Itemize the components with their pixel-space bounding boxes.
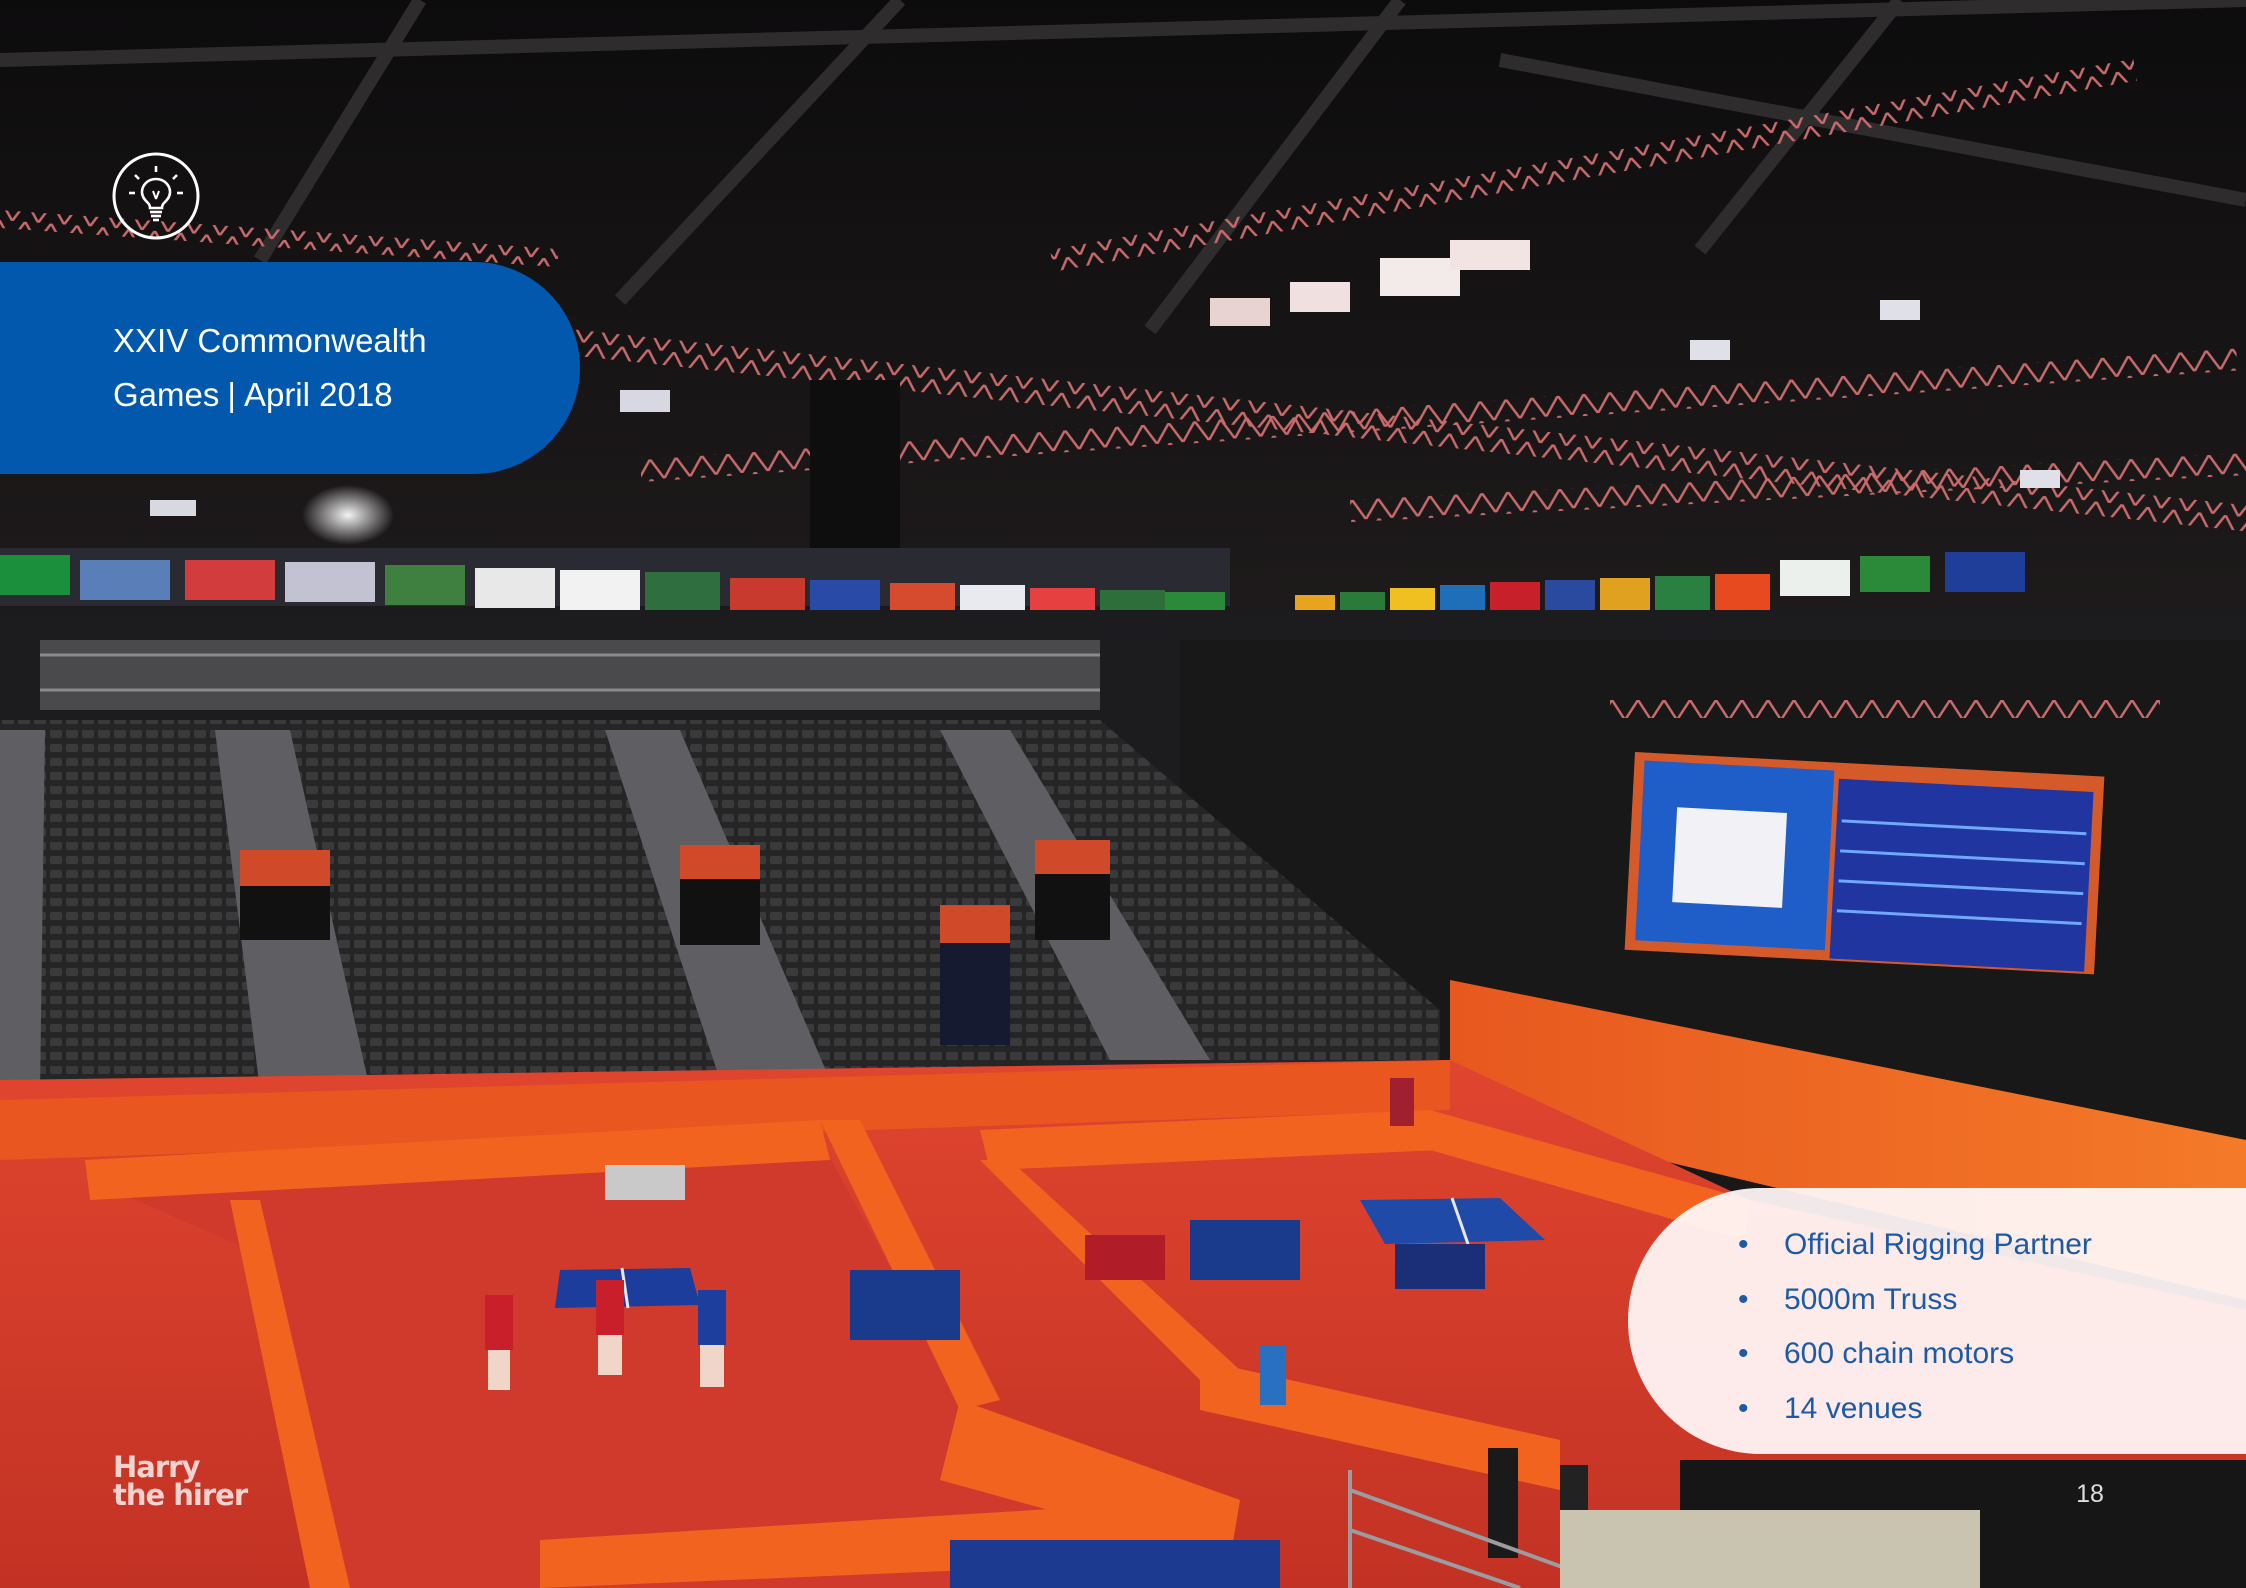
- fact-text: 14 venues: [1784, 1391, 1923, 1425]
- bullet-icon: •: [1738, 1337, 1749, 1370]
- event-date: April 2018: [243, 376, 393, 413]
- facts-list: • Official Rigging Partner • 5000m Truss •…: [1738, 1218, 2246, 1436]
- fact-text: 5000m Truss: [1784, 1282, 1958, 1316]
- logo-line-2: the hirer: [113, 1478, 248, 1512]
- page-number: 18: [2076, 1480, 2104, 1508]
- title-separator: |: [227, 376, 236, 413]
- fact-item: • 5000m Truss: [1738, 1273, 2246, 1328]
- fact-text: Official Rigging Partner: [1784, 1228, 2092, 1261]
- fact-item: • 14 venues: [1738, 1382, 2246, 1437]
- event-title-panel: XXIV Commonwealth Games | April 2018: [0, 262, 580, 474]
- lightbulb-icon: [111, 151, 201, 241]
- fact-item: • Official Rigging Partner: [1738, 1218, 2246, 1273]
- event-title-games: Games: [113, 376, 220, 413]
- bullet-icon: •: [1738, 1391, 1749, 1425]
- harry-the-hirer-logo: Harry the hirer: [113, 1450, 248, 1512]
- event-title-line-1: XXIV Commonwealth: [113, 322, 427, 359]
- event-title-line-2: Games | April 2018: [113, 368, 580, 422]
- fact-text: 600 chain motors: [1784, 1337, 2015, 1370]
- fact-item: • 600 chain motors: [1738, 1327, 2246, 1382]
- facts-panel: • Official Rigging Partner • 5000m Truss •…: [1628, 1188, 2246, 1454]
- bullet-icon: •: [1738, 1228, 1749, 1261]
- bullet-icon: •: [1738, 1282, 1749, 1316]
- logo-line-1: Harry: [113, 1450, 200, 1484]
